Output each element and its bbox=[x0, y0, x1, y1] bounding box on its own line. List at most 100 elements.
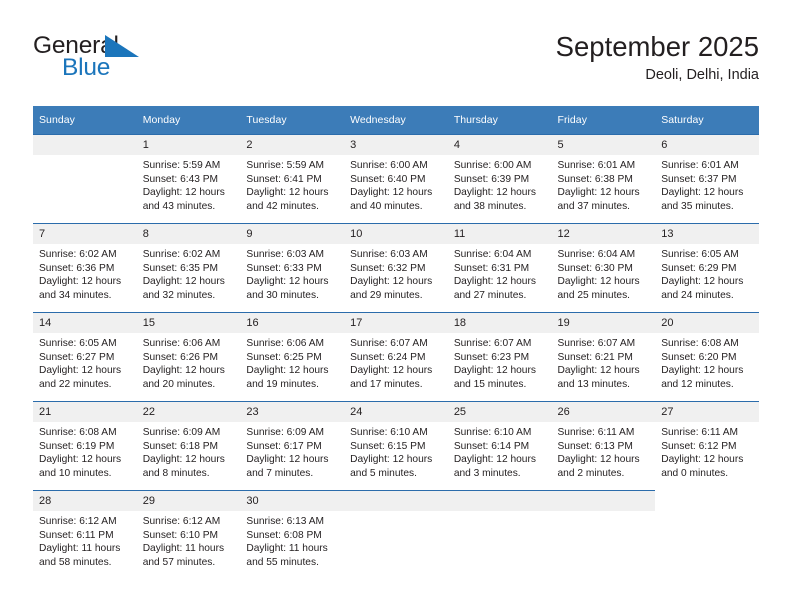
day-cell[interactable]: 1 Sunrise: 5:59 AM Sunset: 6:43 PM Daylight… bbox=[136, 134, 241, 224]
day-cell[interactable]: 6 Sunrise: 6:01 AM Sunset: 6:37 PM Daylight… bbox=[655, 134, 759, 224]
daylight-text-line1: Daylight: 12 hours bbox=[350, 276, 433, 288]
day-cell[interactable]: 12 Sunrise: 6:04 AM Sunset: 6:30 PM Dayligh… bbox=[551, 223, 656, 313]
day-number bbox=[551, 491, 656, 511]
weekday-header-tuesday: Tuesday bbox=[240, 106, 345, 135]
day-details: Sunrise: 6:05 AM Sunset: 6:29 PM Daylight:… bbox=[655, 244, 759, 302]
day-details: Sunrise: 6:03 AM Sunset: 6:33 PM Daylight:… bbox=[240, 244, 344, 302]
day-number: 17 bbox=[344, 313, 448, 333]
daylight-text-line1: Daylight: 12 hours bbox=[661, 454, 744, 466]
calendar-body: 1 Sunrise: 5:59 AM Sunset: 6:43 PM Daylight… bbox=[33, 134, 759, 579]
weekday-header-thursday: Thursday bbox=[447, 106, 552, 135]
day-details: Sunrise: 6:01 AM Sunset: 6:37 PM Daylight:… bbox=[655, 155, 759, 213]
day-number: 23 bbox=[240, 402, 345, 422]
daylight-text-line2: and 42 minutes. bbox=[246, 200, 319, 212]
sunrise-text: Sunrise: 6:08 AM bbox=[39, 427, 117, 438]
day-number: 9 bbox=[240, 224, 345, 244]
day-cell[interactable]: 22 Sunrise: 6:09 AM Sunset: 6:18 PM Dayligh… bbox=[136, 401, 241, 491]
sunrise-text: Sunrise: 6:12 AM bbox=[39, 516, 117, 527]
day-cell[interactable]: 7 Sunrise: 6:02 AM Sunset: 6:36 PM Daylight… bbox=[33, 223, 137, 313]
sunset-text: Sunset: 6:29 PM bbox=[661, 262, 737, 274]
calendar-week-row: 7 Sunrise: 6:02 AM Sunset: 6:36 PM Daylight… bbox=[33, 223, 759, 313]
day-cell[interactable]: 13 Sunrise: 6:05 AM Sunset: 6:29 PM Dayligh… bbox=[655, 223, 759, 313]
day-cell[interactable]: 11 Sunrise: 6:04 AM Sunset: 6:31 PM Dayligh… bbox=[447, 223, 552, 313]
day-number: 19 bbox=[551, 313, 656, 333]
sunrise-text: Sunrise: 6:11 AM bbox=[661, 427, 739, 438]
sunrise-text: Sunrise: 6:07 AM bbox=[453, 338, 532, 349]
sunset-text: Sunset: 6:25 PM bbox=[246, 351, 322, 363]
day-number: 4 bbox=[447, 135, 552, 155]
sunset-text: Sunset: 6:19 PM bbox=[39, 440, 115, 452]
daylight-text-line2: and 34 minutes. bbox=[39, 289, 112, 301]
sunset-text: Sunset: 6:21 PM bbox=[557, 351, 633, 363]
daylight-text-line2: and 24 minutes. bbox=[661, 289, 734, 301]
daylight-text-line1: Daylight: 12 hours bbox=[350, 187, 433, 199]
sunrise-text: Sunrise: 6:10 AM bbox=[350, 427, 428, 438]
sunrise-text: Sunrise: 6:00 AM bbox=[350, 160, 428, 171]
day-details: Sunrise: 6:07 AM Sunset: 6:21 PM Daylight:… bbox=[552, 333, 656, 391]
sunset-text: Sunset: 6:27 PM bbox=[39, 351, 115, 363]
daylight-text-line2: and 30 minutes. bbox=[246, 289, 319, 301]
day-details: Sunrise: 5:59 AM Sunset: 6:43 PM Daylight:… bbox=[137, 155, 241, 213]
daylight-text-line1: Daylight: 11 hours bbox=[39, 543, 121, 555]
day-details: Sunrise: 6:07 AM Sunset: 6:23 PM Daylight:… bbox=[448, 333, 552, 391]
day-details: Sunrise: 6:04 AM Sunset: 6:31 PM Daylight:… bbox=[448, 244, 552, 302]
day-cell[interactable]: 15 Sunrise: 6:06 AM Sunset: 6:26 PM Dayligh… bbox=[136, 312, 241, 402]
sunrise-text: Sunrise: 6:01 AM bbox=[557, 160, 636, 171]
day-cell[interactable]: 5 Sunrise: 6:01 AM Sunset: 6:38 PM Daylight… bbox=[551, 134, 656, 224]
sunset-text: Sunset: 6:37 PM bbox=[661, 173, 737, 185]
day-cell[interactable]: 26 Sunrise: 6:11 AM Sunset: 6:13 PM Dayligh… bbox=[551, 401, 656, 491]
day-number bbox=[33, 135, 137, 155]
day-number bbox=[655, 491, 759, 511]
daylight-text-line1: Daylight: 12 hours bbox=[557, 276, 640, 288]
day-number: 8 bbox=[136, 224, 241, 244]
daylight-text-line2: and 32 minutes. bbox=[142, 289, 216, 301]
day-details: Sunrise: 6:08 AM Sunset: 6:19 PM Daylight:… bbox=[33, 422, 137, 480]
page-title: September 2025 bbox=[555, 31, 759, 62]
day-cell[interactable]: 4 Sunrise: 6:00 AM Sunset: 6:39 PM Daylight… bbox=[447, 134, 552, 224]
day-cell[interactable]: 19 Sunrise: 6:07 AM Sunset: 6:21 PM Dayligh… bbox=[551, 312, 656, 402]
brand-logo[interactable]: General Blue bbox=[33, 32, 243, 90]
day-cell[interactable]: 14 Sunrise: 6:05 AM Sunset: 6:27 PM Dayligh… bbox=[33, 312, 137, 402]
day-details: Sunrise: 5:59 AM Sunset: 6:41 PM Daylight:… bbox=[240, 155, 344, 213]
day-details: Sunrise: 6:13 AM Sunset: 6:08 PM Daylight:… bbox=[240, 511, 344, 569]
sunset-text: Sunset: 6:11 PM bbox=[39, 529, 114, 541]
daylight-text-line2: and 35 minutes. bbox=[661, 200, 734, 212]
daylight-text-line2: and 58 minutes. bbox=[39, 556, 112, 568]
day-cell[interactable]: 21 Sunrise: 6:08 AM Sunset: 6:19 PM Dayligh… bbox=[33, 401, 137, 491]
day-cell[interactable]: 10 Sunrise: 6:03 AM Sunset: 6:32 PM Dayligh… bbox=[344, 223, 448, 313]
day-number: 26 bbox=[551, 402, 656, 422]
day-cell[interactable]: 17 Sunrise: 6:07 AM Sunset: 6:24 PM Dayligh… bbox=[344, 312, 448, 402]
day-cell[interactable]: 20 Sunrise: 6:08 AM Sunset: 6:20 PM Dayligh… bbox=[655, 312, 759, 402]
calendar-week-row: 21 Sunrise: 6:08 AM Sunset: 6:19 PM Dayligh… bbox=[33, 401, 759, 491]
day-cell[interactable]: 8 Sunrise: 6:02 AM Sunset: 6:35 PM Daylight… bbox=[136, 223, 241, 313]
day-cell[interactable]: 28 Sunrise: 6:12 AM Sunset: 6:11 PM Dayligh… bbox=[33, 490, 137, 579]
sunrise-text: Sunrise: 6:04 AM bbox=[557, 249, 636, 260]
day-details: Sunrise: 6:11 AM Sunset: 6:13 PM Daylight:… bbox=[552, 422, 656, 480]
day-details: Sunrise: 6:12 AM Sunset: 6:11 PM Daylight:… bbox=[33, 511, 137, 569]
day-number: 3 bbox=[344, 135, 448, 155]
daylight-text-line2: and 29 minutes. bbox=[350, 289, 423, 301]
day-cell[interactable]: 16 Sunrise: 6:06 AM Sunset: 6:25 PM Dayligh… bbox=[240, 312, 345, 402]
daylight-text-line1: Daylight: 12 hours bbox=[350, 454, 433, 466]
daylight-text-line1: Daylight: 12 hours bbox=[142, 365, 225, 377]
sunset-text: Sunset: 6:33 PM bbox=[246, 262, 322, 274]
day-cell[interactable]: 27 Sunrise: 6:11 AM Sunset: 6:12 PM Dayligh… bbox=[655, 401, 759, 491]
day-number: 7 bbox=[33, 224, 137, 244]
day-cell[interactable]: 24 Sunrise: 6:10 AM Sunset: 6:15 PM Dayligh… bbox=[344, 401, 448, 491]
sunset-text: Sunset: 6:40 PM bbox=[350, 173, 426, 185]
day-cell[interactable]: 30 Sunrise: 6:13 AM Sunset: 6:08 PM Dayligh… bbox=[240, 490, 345, 579]
sunset-text: Sunset: 6:30 PM bbox=[557, 262, 633, 274]
day-cell[interactable]: 25 Sunrise: 6:10 AM Sunset: 6:14 PM Dayligh… bbox=[447, 401, 552, 491]
day-cell[interactable]: 29 Sunrise: 6:12 AM Sunset: 6:10 PM Dayligh… bbox=[136, 490, 241, 579]
day-cell[interactable]: 9 Sunrise: 6:03 AM Sunset: 6:33 PM Daylight… bbox=[240, 223, 345, 313]
sunset-text: Sunset: 6:36 PM bbox=[39, 262, 115, 274]
day-cell[interactable]: 23 Sunrise: 6:09 AM Sunset: 6:17 PM Dayligh… bbox=[240, 401, 345, 491]
daylight-text-line2: and 13 minutes. bbox=[557, 378, 631, 390]
day-cell[interactable]: 3 Sunrise: 6:00 AM Sunset: 6:40 PM Daylight… bbox=[344, 134, 448, 224]
daylight-text-line2: and 22 minutes. bbox=[39, 378, 112, 390]
day-cell[interactable]: 2 Sunrise: 5:59 AM Sunset: 6:41 PM Daylight… bbox=[240, 134, 345, 224]
day-details: Sunrise: 6:06 AM Sunset: 6:25 PM Daylight:… bbox=[240, 333, 344, 391]
day-cell[interactable]: 18 Sunrise: 6:07 AM Sunset: 6:23 PM Dayligh… bbox=[447, 312, 552, 402]
daylight-text-line1: Daylight: 12 hours bbox=[142, 187, 225, 199]
day-number: 29 bbox=[136, 491, 241, 511]
